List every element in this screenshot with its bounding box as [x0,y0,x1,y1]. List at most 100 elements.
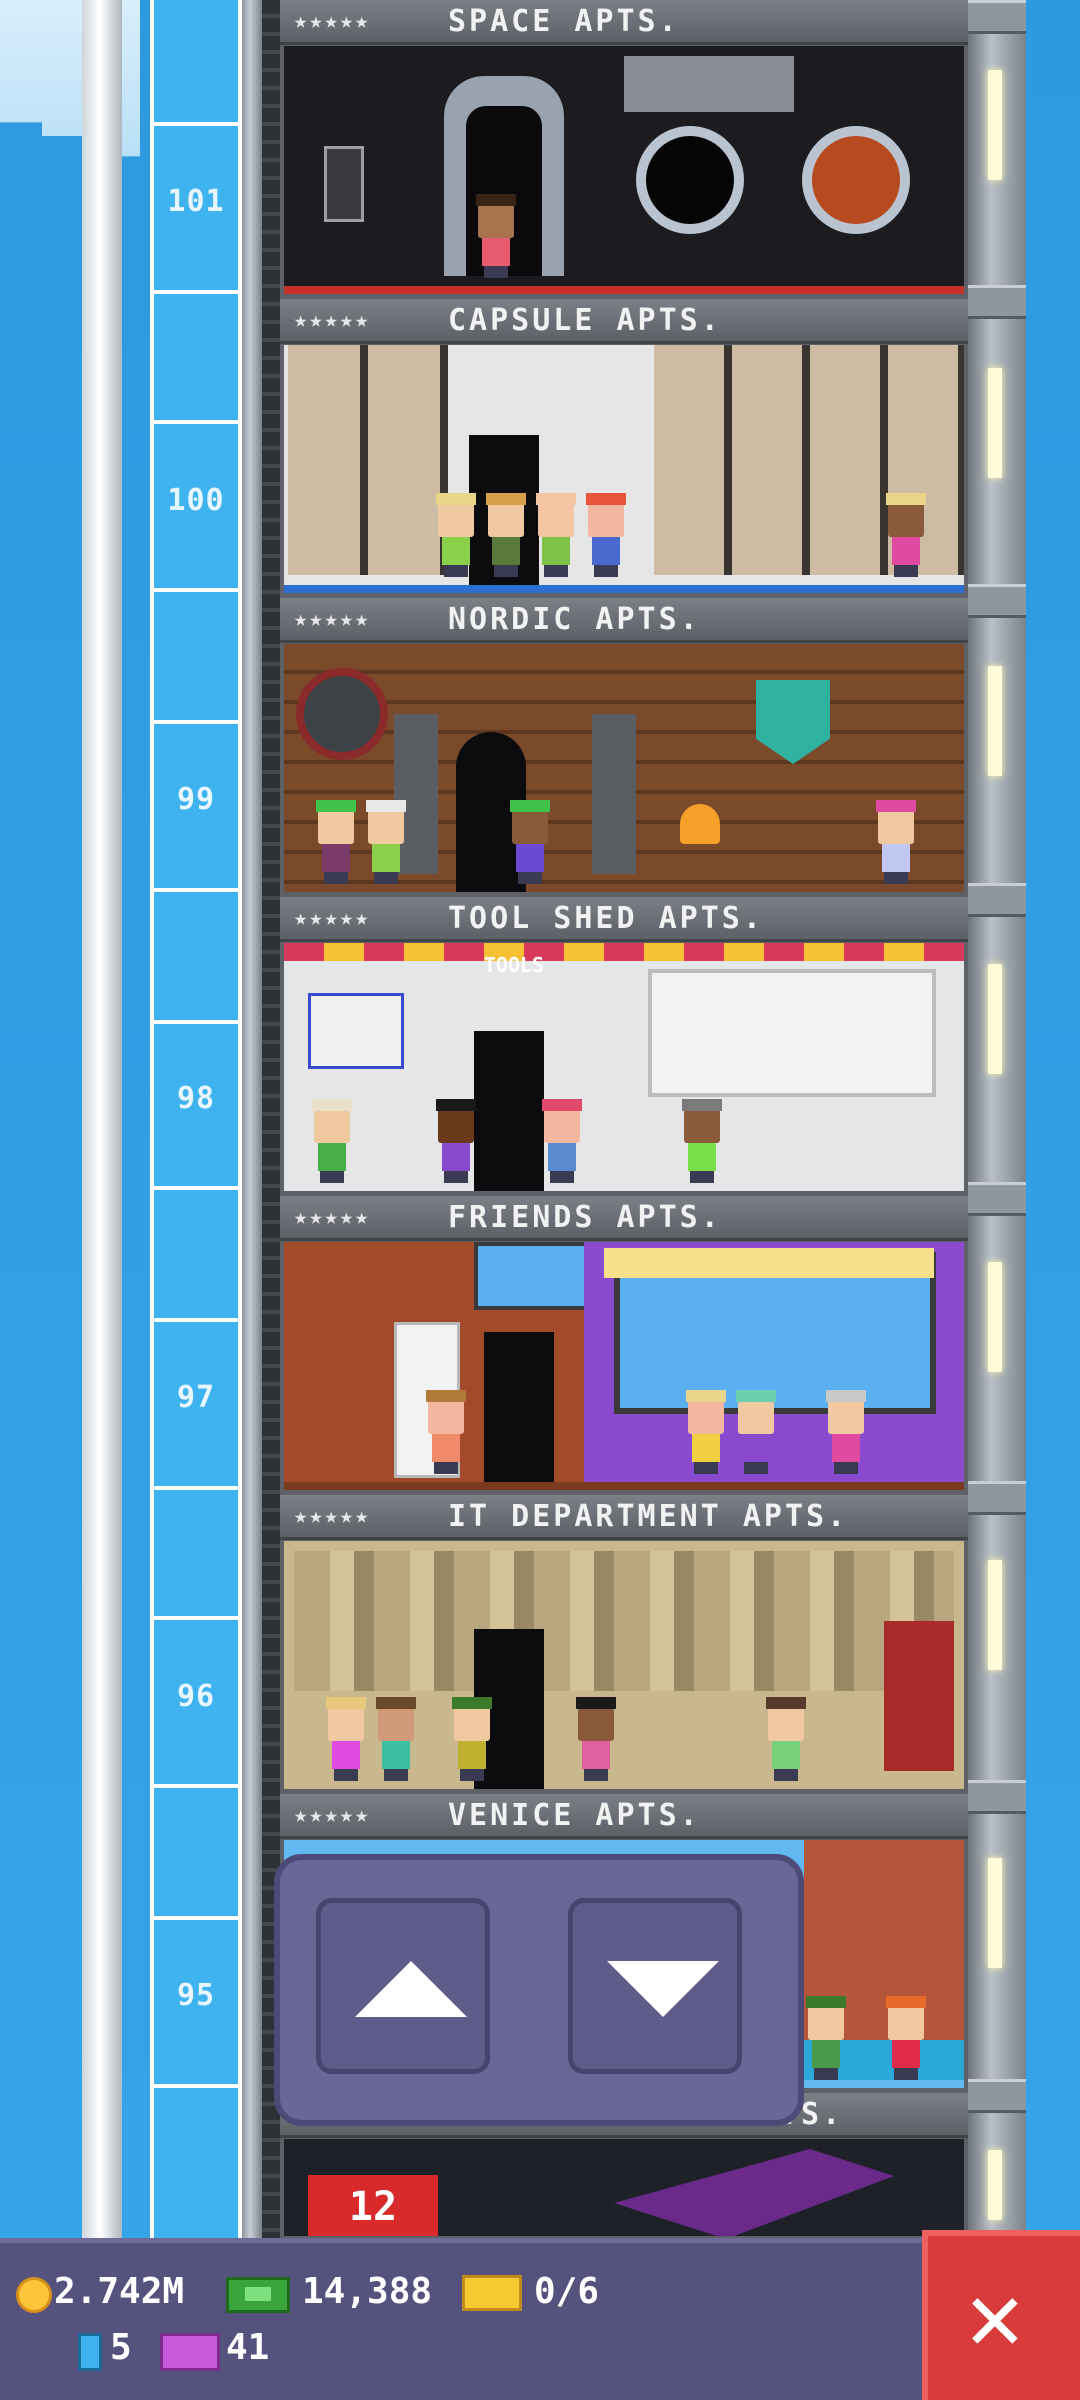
window-light [988,1560,1002,1670]
floor-tool-shed-apts[interactable]: ★★★★★ TOOL SHED APTS. TOOLS [280,897,968,1195]
elevator-shaft[interactable] [150,0,242,2240]
floor-title: IT DEPARTMENT APTS. [448,1499,849,1534]
floor-number: 100 [167,483,225,518]
floor-title: CAPSULE APTS. [448,303,722,338]
porthole-window [636,126,744,234]
floor-title: VENICE APTS. [448,1798,701,1833]
column-strut [968,584,1026,618]
cluttered-wall [294,1551,954,1691]
floor-nordic-apts[interactable]: ★★★★★ NORDIC APTS. [280,598,968,896]
tenant[interactable] [680,1099,724,1183]
floor-number: 101 [167,184,225,219]
keys-value: 5 [110,2327,132,2368]
floor-it-department-apts[interactable]: ★★★★★ IT DEPARTMENT APTS. [280,1495,968,1793]
fire-icon [680,804,720,844]
floor-banner: ★★★★★ NORDIC APTS. [280,598,968,643]
star-rating-icon: ★★★★★ [294,906,371,931]
window-light [988,1858,1002,1968]
floor-banner: ★★★★★ TOOL SHED APTS. [280,897,968,942]
column-strut [968,883,1026,917]
tenant[interactable] [584,493,628,577]
bux-value: 14,388 [302,2271,433,2312]
bux-icon [226,2277,290,2313]
tenant[interactable] [734,1390,778,1474]
column-strut [968,1182,1026,1216]
tenant[interactable] [450,1697,494,1781]
star-rating-icon: ★★★★★ [294,1504,371,1529]
floor-banner: ★★★★★ SPACE APTS. [280,0,968,45]
floor-banner: ★★★★★ VENICE APTS. [280,1794,968,1839]
tenant[interactable] [884,493,928,577]
tenant[interactable] [540,1099,584,1183]
tenant[interactable] [874,800,918,884]
elevator-control-panel [274,1854,804,2126]
tenant[interactable] [764,1697,808,1781]
star-rating-icon: ★★★★★ [294,1803,371,1828]
window [474,1242,592,1310]
window-light [988,70,1002,180]
floor-number: 97 [176,1380,216,1415]
curtain [604,1248,934,1278]
tenant[interactable] [310,1099,354,1183]
window-light [988,1262,1002,1372]
close-button[interactable]: ✕ [922,2230,1080,2400]
column-strut [968,285,1026,319]
tenant[interactable] [804,1996,848,2080]
window-light [988,666,1002,776]
floor-number: 98 [176,1081,216,1116]
column-strut [968,1481,1026,1515]
floor-capsule-apts[interactable]: ★★★★★ CAPSULE APTS. [280,299,968,597]
star-rating-icon: ★★★★★ [294,9,371,34]
coin-icon [16,2277,52,2313]
tenant[interactable] [374,1697,418,1781]
viking-shield-icon [296,668,388,760]
floor-space-apts[interactable]: ★★★★★ SPACE APTS. [280,0,968,298]
column-strut [968,1780,1026,1814]
star-rating-icon: ★★★★★ [294,1205,371,1230]
tenant[interactable] [434,1099,478,1183]
red-door [884,1621,954,1771]
elevator-down-button[interactable] [568,1898,742,2074]
vip-value: 41 [226,2327,270,2368]
column-strut [968,2079,1026,2113]
tenant[interactable] [364,800,408,884]
tenant[interactable] [574,1697,618,1781]
tenant[interactable] [508,800,552,884]
outer-pole [82,0,122,2240]
floor-title: NORDIC APTS. [448,602,701,637]
window-light [988,964,1002,1074]
tools-sign: TOOLS [483,953,545,977]
control-panel-icon [324,146,364,222]
spaceship-wing [614,2149,894,2236]
star-rating-icon: ★★★★★ [294,607,371,632]
ticket-icon [462,2275,522,2311]
tenant[interactable] [324,1697,368,1781]
tenant[interactable] [434,493,478,577]
arrow-up-icon [355,1961,467,2017]
capsule-bunks [288,345,448,575]
tenant[interactable] [684,1390,728,1474]
floor-number: 95 [176,1978,216,2013]
tenant[interactable] [824,1390,868,1474]
floor-title: SPACE APTS. [448,4,680,39]
blueprint-board [308,993,404,1069]
mars-window [802,126,910,234]
floor-title: FRIENDS APTS. [448,1200,722,1235]
tenant[interactable] [534,493,578,577]
floor-banner: ★★★★★ FRIENDS APTS. [280,1196,968,1241]
arrow-down-icon [607,1961,719,2017]
shaft-pole [242,0,262,2240]
floor-friends-apts[interactable]: ★★★★★ FRIENDS APTS. [280,1196,968,1494]
tenant[interactable] [424,1390,468,1474]
tenant[interactable] [474,194,518,278]
key-icon [78,2333,102,2371]
console-icon [624,56,794,112]
coins-value: 2.742M [54,2271,185,2312]
elevator-up-button[interactable] [316,1898,490,2074]
window-light [988,368,1002,478]
close-icon: ✕ [966,2260,1024,2372]
tenant[interactable] [314,800,358,884]
column-strut [968,0,1026,34]
tenant[interactable] [884,1996,928,2080]
tenant[interactable] [484,493,528,577]
